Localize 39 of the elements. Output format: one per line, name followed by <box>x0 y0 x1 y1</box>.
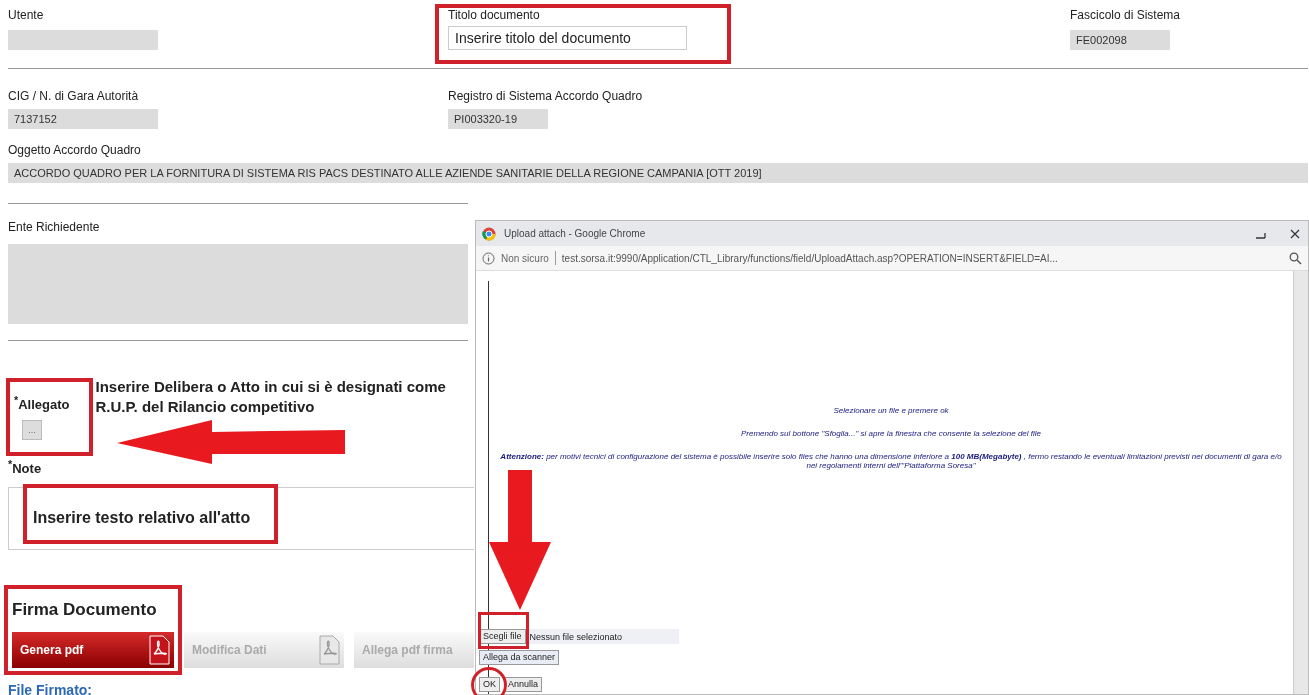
instruction-text: Attenzione: per motivi tecnici di configurazione del sistema è possibile inserire solo files che hanno una dimensione inferiore a 100 MB(Megabyte) , fermo restando le eventuali limitazioni previsti nei documenti di gara e/o nei regolamenti interni dell'"Piattaforma Soresa" <box>499 452 1283 470</box>
field-label: Utente <box>8 8 44 22</box>
field-label: Fascicolo di Sistema <box>1070 8 1181 22</box>
field-label: Registro di Sistema Accordo Quadro <box>448 89 643 103</box>
note-textarea[interactable]: Inserire testo relativo all'atto <box>8 486 474 550</box>
scanner-button[interactable]: Allega da scanner <box>479 650 560 665</box>
choose-file-button[interactable]: Scegli file <box>479 629 526 644</box>
readonly-field: PI003320-19 <box>448 109 548 129</box>
field-label: Oggetto Accordo Quadro <box>8 143 141 157</box>
field-label: Ente Richiedente <box>8 220 100 234</box>
browser-logo-icon <box>482 226 496 241</box>
url-text[interactable]: test.sorsa.it:9990/Application/CTL_Library/functions/field/UploadAttach.asp?OPERATION=INSERT&FIELD=AI... <box>561 252 1283 264</box>
section-title: File Firmato: <box>8 681 92 695</box>
file-status-text: Nessun file selezionato <box>529 631 623 642</box>
field-label: CIG / N. di Gara Autorità <box>8 89 139 103</box>
scrollbar[interactable] <box>1293 271 1308 694</box>
info-icon <box>482 251 495 265</box>
readonly-field: FE002098 <box>1070 30 1170 50</box>
instruction-text: Premendo sul bottone "Sfoglia..." si apre la finestra che consente la selezione del file <box>740 429 1042 438</box>
title-input[interactable]: Inserire titolo del documento <box>448 26 687 50</box>
highlight-circle <box>471 667 507 695</box>
highlight-frame <box>478 612 529 649</box>
pdf-icon <box>318 634 340 665</box>
zoom-icon[interactable] <box>1289 251 1302 265</box>
window-title: Upload attach - Google Chrome <box>504 228 647 239</box>
annotation-text: Inserire Delibera o Atto in cui si è designati come R.U.P. del Rilancio competitivo <box>95 377 447 417</box>
field-label: $^{*}$Note <box>8 457 42 477</box>
instruction-text: Selezionare un file e premere ok <box>833 406 949 415</box>
pdf-icon <box>148 634 170 665</box>
security-label: Non sicuro <box>501 252 549 264</box>
dialog-button[interactable]: OK <box>479 677 500 692</box>
section-title: Firma Documento <box>12 599 157 620</box>
field-label: Titolo documento <box>448 8 540 22</box>
readonly-field: 7137152 <box>8 109 158 129</box>
toolbar-button[interactable]: Genera pdf <box>12 631 174 668</box>
browse-button[interactable]: ... <box>22 420 42 441</box>
field-label: $^{*}$Allegato <box>14 393 70 413</box>
dialog-button[interactable]: Annulla <box>504 677 543 692</box>
readonly-field: ACCORDO QUADRO PER LA FORNITURA DI SISTEMA RIS PACS DESTINATO ALLE AZIENDE SANITARIE DELLA REGIONE CAMPANIA [OTT 2019] <box>8 163 1308 183</box>
